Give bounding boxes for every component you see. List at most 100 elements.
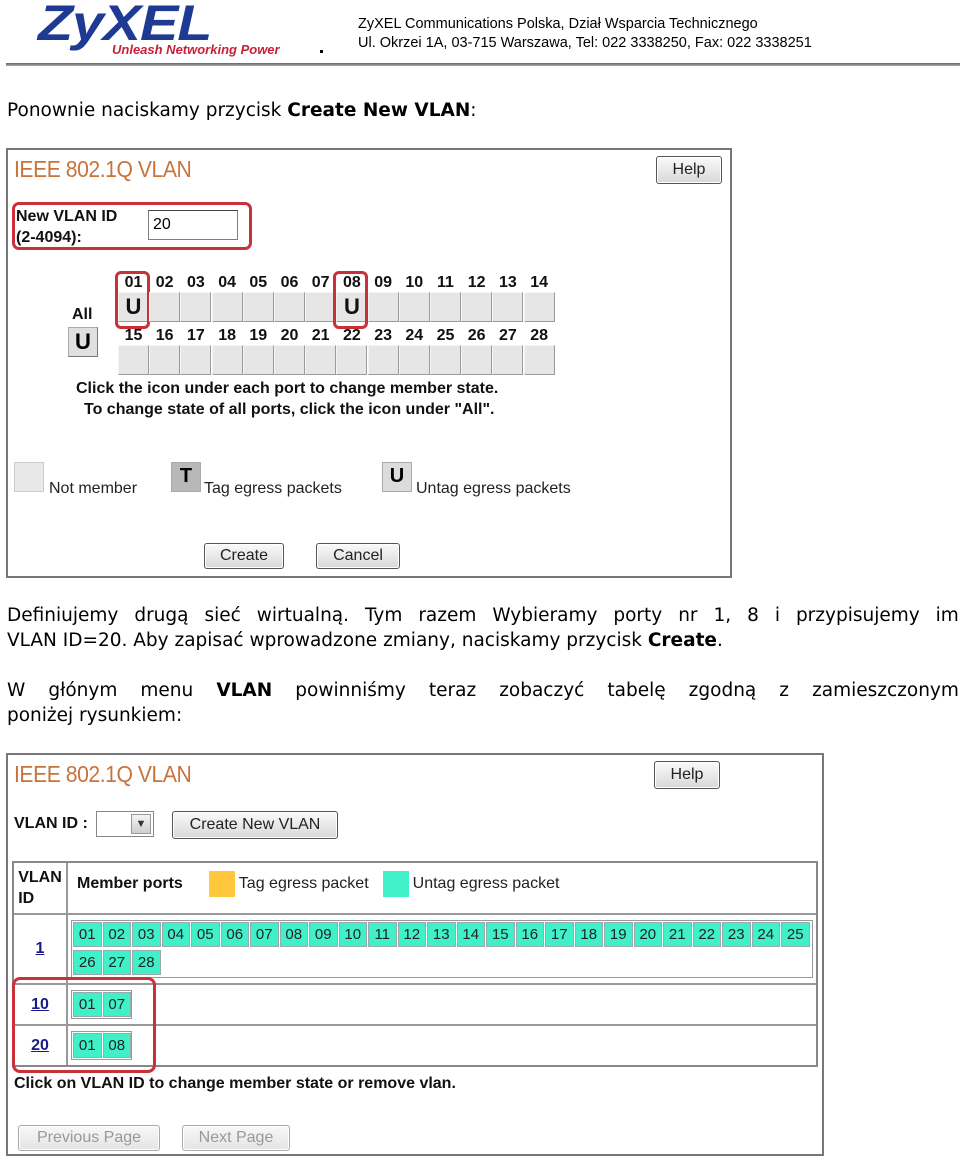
- hint-line-2: To change state of all ports, click the …: [84, 401, 495, 418]
- port-number-23: 23: [374, 327, 392, 344]
- member-ports-heading: Member ports: [77, 875, 183, 892]
- help-button[interactable]: Help: [654, 761, 720, 789]
- vlan-id-select[interactable]: ▼: [96, 811, 154, 837]
- port-state-toggle-15[interactable]: [118, 345, 149, 375]
- member-port-chip: 01: [73, 922, 102, 947]
- port-number-17: 17: [186, 327, 205, 344]
- new-vlan-id-input[interactable]: [148, 210, 238, 240]
- port-number-28: 28: [530, 327, 548, 344]
- member-port-chip: 14: [456, 922, 485, 947]
- port-number-07: 07: [311, 274, 330, 291]
- port-state-toggle-13[interactable]: [492, 292, 524, 322]
- label-line: New VLAN ID: [16, 208, 118, 225]
- port-state-toggle-02[interactable]: [149, 292, 181, 322]
- port-state-toggle-14[interactable]: [523, 292, 555, 322]
- table-header-row: VLAN ID Member ports Tag egress packet Un…: [14, 863, 816, 915]
- untag-egress-icon: U: [382, 462, 412, 492]
- cancel-button[interactable]: Cancel: [316, 543, 400, 569]
- word: drugą: [134, 605, 189, 626]
- member-ports-cell: 01 02 03 04 05 06 07 08 09 10 11 12 13 14 15 16 17 18 19 20…: [68, 915, 816, 983]
- member-port-chip: 10: [338, 922, 367, 947]
- legend-not-member: Not member: [49, 480, 138, 497]
- port-state-toggle-24[interactable]: [398, 345, 430, 375]
- paragraph-line: poniżej rysunkiem:: [7, 705, 183, 726]
- zyxel-logo: ZyXEL Unleash Networking Power: [38, 0, 323, 62]
- port-number-05: 05: [249, 274, 268, 291]
- word: tabelę: [607, 680, 666, 701]
- member-port-chip: 20: [633, 922, 662, 947]
- paragraph-text: .: [716, 630, 723, 651]
- word: zgodną: [688, 680, 757, 701]
- help-button[interactable]: Help: [656, 156, 722, 184]
- header-divider: [6, 63, 960, 66]
- port-state-toggle-11[interactable]: [430, 292, 461, 322]
- vlan-id-link[interactable]: 1: [36, 940, 45, 958]
- port-state-toggle-19[interactable]: [242, 345, 274, 375]
- port-state-toggle-12[interactable]: [461, 292, 493, 322]
- member-port-chip: 24: [751, 922, 780, 947]
- port-state-toggle-16[interactable]: [149, 345, 181, 375]
- port-state-toggle-23[interactable]: [367, 345, 399, 375]
- port-number-09: 09: [374, 274, 392, 291]
- port-state-toggle-28[interactable]: [523, 345, 555, 375]
- column-header-member-ports: Member ports Tag egress packet Untag egr…: [68, 863, 816, 905]
- port-number-16: 16: [155, 327, 174, 344]
- company-info: ZyXEL Communications Polska, Dział Wspar…: [358, 15, 812, 53]
- port-number-20: 20: [280, 327, 299, 344]
- word: powinniśmy: [295, 680, 406, 701]
- member-port-chip: 19: [604, 922, 633, 947]
- column-header-vlan-id: VLAN ID: [14, 863, 68, 913]
- port-number-22: 22: [342, 327, 361, 344]
- word: głónym: [48, 680, 118, 701]
- create-vlan-screenshot: IEEE 802.1Q VLAN Help New VLAN ID (2-409…: [6, 148, 732, 578]
- create-button[interactable]: Create: [204, 543, 284, 569]
- port-number-10: 10: [405, 274, 424, 291]
- word: sieć: [204, 605, 241, 626]
- word: Definiujemy: [7, 605, 119, 626]
- company-line-2: Ul. Okrzei 1A, 03-715 Warszawa, Tel: 022…: [358, 35, 812, 51]
- header-line: ID: [18, 890, 35, 907]
- word: porty: [613, 605, 663, 626]
- all-ports-toggle[interactable]: U: [68, 327, 98, 357]
- port-state-toggle-06[interactable]: [274, 292, 305, 322]
- paragraph-text: :: [470, 100, 477, 121]
- port-state-toggle-05[interactable]: [242, 292, 274, 322]
- port-state-toggle-21[interactable]: [305, 345, 337, 375]
- paragraph-vlan-menu: Wgłónym menu VLAN powinniśmy teraz zobaczyć ta…: [7, 678, 959, 728]
- port-state-toggle-10[interactable]: [398, 292, 430, 322]
- port-state-toggle-25[interactable]: [430, 345, 461, 375]
- word: Tym: [364, 605, 403, 626]
- port-state-toggle-20[interactable]: [274, 345, 305, 375]
- member-port-chip: 05: [191, 922, 220, 947]
- member-ports-cell: 01 08: [68, 1026, 816, 1065]
- member-port-chip: 08: [279, 922, 308, 947]
- word: 8: [747, 605, 759, 626]
- port-state-toggle-27[interactable]: [492, 345, 524, 375]
- label-line: (2-4094):: [16, 229, 82, 246]
- company-line-1: ZyXEL Communications Polska, Dział Wspar…: [358, 16, 758, 32]
- member-port-chip: 17: [545, 922, 574, 947]
- logo-dot: [320, 50, 323, 53]
- member-port-chip: 09: [309, 922, 338, 947]
- paragraph-text: Ponownie naciskamy przycisk: [7, 100, 288, 121]
- port-state-toggle-17[interactable]: [180, 345, 212, 375]
- port-number-13: 13: [498, 274, 517, 291]
- port-number-12: 12: [467, 274, 486, 291]
- previous-page-button[interactable]: Previous Page: [18, 1125, 160, 1151]
- paragraph-text: VLAN ID=20. Aby zapisać wprowadzone zmia…: [7, 630, 648, 651]
- word: VLAN: [216, 680, 273, 701]
- next-page-button[interactable]: Next Page: [182, 1125, 290, 1151]
- port-state-toggle-22[interactable]: [336, 345, 368, 375]
- chevron-down-icon[interactable]: ▼: [131, 814, 151, 834]
- port-number-27: 27: [498, 327, 517, 344]
- create-new-vlan-button[interactable]: Create New VLAN: [172, 811, 338, 839]
- port-state-toggle-04[interactable]: [211, 292, 243, 322]
- paragraph-bold: Create New VLAN: [287, 100, 471, 121]
- port-state-toggle-18[interactable]: [211, 345, 243, 375]
- port-state-toggle-07[interactable]: [305, 292, 337, 322]
- paragraph-intro: Ponownie naciskamy przycisk Create New V…: [7, 98, 477, 123]
- port-number-02: 02: [155, 274, 174, 291]
- port-state-toggle-03[interactable]: [180, 292, 212, 322]
- port-state-toggle-26[interactable]: [461, 345, 493, 375]
- port-state-toggle-09[interactable]: [367, 292, 399, 322]
